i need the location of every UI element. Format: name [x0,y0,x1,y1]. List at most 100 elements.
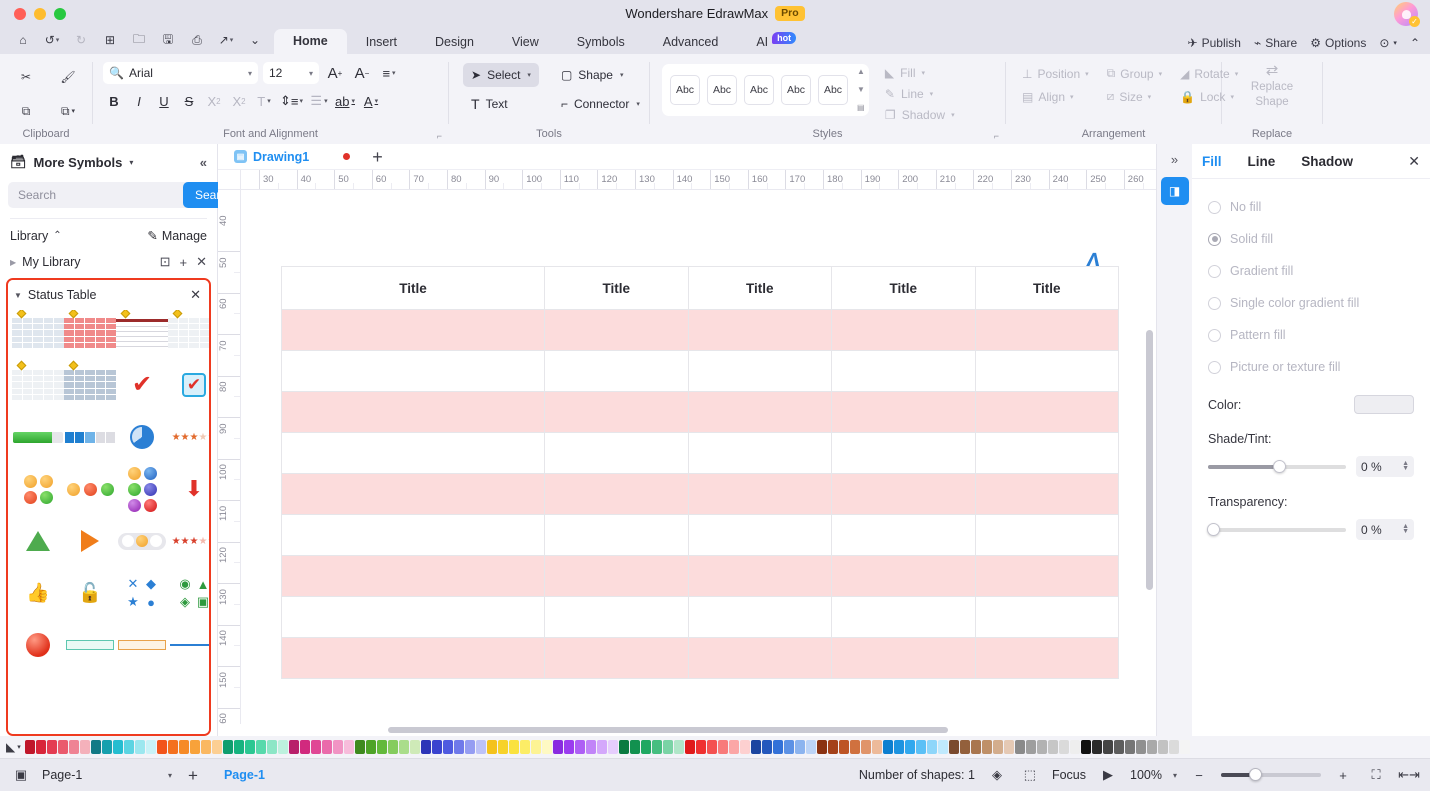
table-cell[interactable] [281,555,545,597]
text-effects-button[interactable]: T ▾ [253,90,275,112]
zoom-out-button[interactable]: − [1188,768,1210,783]
expand-panel-icon[interactable]: » [1171,152,1178,167]
color-swatch[interactable] [1113,740,1124,754]
color-swatch[interactable] [189,740,200,754]
close-icon[interactable]: ✕ [190,287,201,303]
table-cell[interactable] [281,514,545,556]
table-cell[interactable] [974,432,1119,474]
symbol-item[interactable]: ★★★★★ [168,416,209,458]
more-commands-icon[interactable]: ⌄ [242,29,268,51]
color-swatch[interactable] [365,740,376,754]
table-cell[interactable] [544,309,689,351]
color-swatch[interactable] [618,740,629,754]
table-cell[interactable] [687,514,832,556]
style-thumb[interactable]: Abc [670,75,700,105]
fill-panel-toggle-button[interactable]: ◨ [1160,177,1189,205]
fill-option-pattern-fill[interactable]: Pattern fill [1208,319,1414,351]
styles-dialog-launcher[interactable]: ⌐ [994,131,999,141]
size-button[interactable]: ⧄ Size ▾ [1103,87,1166,106]
color-swatch[interactable] [563,740,574,754]
zoom-level-label[interactable]: 100% [1130,768,1162,782]
color-swatch[interactable] [937,740,948,754]
page-selector[interactable]: Page-1 ▾ [42,768,172,782]
table-row[interactable] [281,309,1119,351]
paragraph-align-button[interactable]: ≡ ▾ [378,62,400,84]
table-cell[interactable] [974,350,1119,392]
color-swatch[interactable] [629,740,640,754]
color-swatch[interactable] [706,740,717,754]
format-painter-icon[interactable]: 🖌 [50,62,86,92]
color-swatch[interactable] [332,740,343,754]
fit-width-icon[interactable]: ⇤⇥ [1398,767,1420,783]
collapse-panel-icon[interactable]: « [200,155,207,170]
color-swatch[interactable] [24,740,35,754]
color-swatch[interactable] [497,740,508,754]
export-icon[interactable]: ↗ ▾ [213,29,239,51]
symbol-item[interactable] [116,624,168,666]
color-swatch[interactable] [761,740,772,754]
font-dialog-launcher[interactable]: ⌐ [437,131,442,141]
color-swatch[interactable] [860,740,871,754]
symbol-item[interactable] [64,624,116,666]
symbol-item[interactable] [12,624,64,666]
table-cell[interactable] [281,596,545,638]
page-view-icon[interactable]: ▣ [10,767,32,783]
color-swatch[interactable] [376,740,387,754]
shade-tint-spinner[interactable]: 0 % ▲ ▼ [1356,456,1414,477]
symbol-item[interactable]: ★★★★★ [168,520,209,562]
avatar[interactable]: ✓ [1394,2,1420,27]
font-size-input[interactable] [269,66,299,80]
color-swatch[interactable] [101,740,112,754]
color-swatch[interactable] [695,740,706,754]
close-panel-icon[interactable]: ✕ [1408,153,1420,170]
color-swatch[interactable] [750,740,761,754]
bullet-list-button[interactable]: ☰ ▾ [308,90,330,112]
table-row[interactable] [281,473,1119,515]
symbol-item[interactable] [116,310,168,354]
color-swatch[interactable] [728,740,739,754]
color-swatch[interactable] [893,740,904,754]
tab-line[interactable]: Line [1248,154,1276,169]
styles-expand-icon[interactable]: ▤ [857,104,865,112]
align-button[interactable]: ▤ Align ▾ [1018,87,1093,106]
table-cell[interactable] [687,309,832,351]
table-cell[interactable] [544,514,689,556]
add-document-tab-button[interactable]: + [360,148,395,166]
open-folder-icon[interactable]: 🗀 [126,29,152,51]
underline-button[interactable]: U [153,90,175,112]
font-family-input-wrap[interactable]: 🔍 ▾ [103,62,258,84]
fill-option-picture-or-texture-fill[interactable]: Picture or texture fill [1208,351,1414,383]
color-swatch[interactable] [178,740,189,754]
color-swatch[interactable] [574,740,585,754]
zoom-slider[interactable] [1221,768,1321,781]
add-icon[interactable]: + [180,255,188,270]
highlight-button[interactable]: ab ▾ [333,90,357,112]
color-swatch[interactable] [783,740,794,754]
color-swatch[interactable] [959,740,970,754]
color-swatch[interactable] [673,740,684,754]
status-table-shape[interactable]: Title Title Title Title Title [281,266,1119,679]
color-swatch[interactable] [255,740,266,754]
symbol-item[interactable]: ✔ [116,364,168,406]
color-swatch[interactable] [849,740,860,754]
table-row[interactable] [281,432,1119,474]
color-swatch[interactable] [970,740,981,754]
color-swatch[interactable] [1014,740,1025,754]
color-swatch[interactable] [1179,740,1190,754]
replace-shape-button[interactable]: ⇄ Replace Shape [1241,60,1303,112]
paste-icon[interactable]: ⧉ [8,96,44,126]
color-swatch[interactable] [200,740,211,754]
table-cell[interactable] [544,350,689,392]
symbol-item[interactable] [12,520,64,562]
color-swatch[interactable] [508,740,519,754]
fill-option-no-fill[interactable]: No fill [1208,191,1414,223]
spinner-arrows-icon[interactable]: ▲ ▼ [1402,523,1409,535]
color-swatch[interactable] [519,740,530,754]
new-icon[interactable]: ⊞ [97,29,123,51]
color-swatch[interactable] [398,740,409,754]
chevron-down-icon[interactable]: ▾ [1173,771,1177,780]
zoom-slider-knob[interactable] [1249,768,1262,781]
symbol-item[interactable] [116,416,168,458]
color-swatch[interactable] [1157,740,1168,754]
tab-advanced[interactable]: Advanced [644,30,738,54]
